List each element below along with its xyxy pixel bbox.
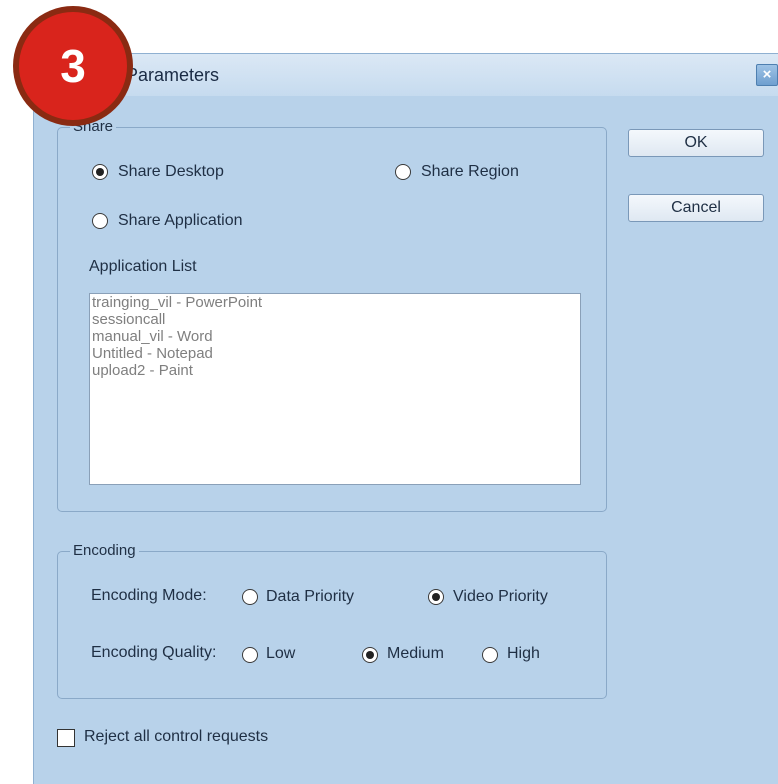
ok-button[interactable]: OK — [628, 129, 764, 157]
quality-medium-label[interactable]: Medium — [387, 645, 444, 663]
application-list-label: Application List — [89, 258, 197, 275]
cancel-button[interactable]: Cancel — [628, 194, 764, 222]
reject-control-label[interactable]: Reject all control requests — [84, 728, 268, 746]
list-item[interactable]: manual_vil - Word — [90, 328, 580, 345]
data-priority-label[interactable]: Data Priority — [266, 588, 354, 606]
list-item[interactable]: trainging_vil - PowerPoint — [90, 294, 580, 311]
encoding-mode-label: Encoding Mode: — [91, 587, 207, 604]
encoding-group: Encoding — [57, 542, 607, 699]
share-desktop-label[interactable]: Share Desktop — [118, 163, 224, 181]
share-desktop-radio[interactable] — [92, 164, 108, 180]
share-region-radio[interactable] — [395, 164, 411, 180]
quality-low-label[interactable]: Low — [266, 645, 295, 663]
reject-control-checkbox[interactable] — [57, 729, 75, 747]
quality-medium-radio[interactable] — [362, 647, 378, 663]
title-bar[interactable]: Parameters × — [34, 54, 778, 96]
video-priority-radio[interactable] — [428, 589, 444, 605]
quality-low-radio[interactable] — [242, 647, 258, 663]
list-item[interactable]: Untitled - Notepad — [90, 345, 580, 362]
application-list[interactable]: trainging_vil - PowerPoint sessioncall m… — [89, 293, 581, 485]
data-priority-radio[interactable] — [242, 589, 258, 605]
encoding-legend: Encoding — [70, 542, 139, 559]
list-item[interactable]: sessioncall — [90, 311, 580, 328]
list-item[interactable]: upload2 - Paint — [90, 362, 580, 379]
encoding-quality-label: Encoding Quality: — [91, 644, 217, 661]
quality-high-radio[interactable] — [482, 647, 498, 663]
quality-high-label[interactable]: High — [507, 645, 540, 663]
close-icon[interactable]: × — [756, 64, 778, 86]
dialog-title: Parameters — [126, 65, 220, 85]
video-priority-label[interactable]: Video Priority — [453, 588, 548, 606]
share-region-label[interactable]: Share Region — [421, 163, 519, 181]
share-application-label[interactable]: Share Application — [118, 212, 243, 230]
step-number-badge: 3 — [13, 6, 133, 126]
share-application-radio[interactable] — [92, 213, 108, 229]
badge-number: 3 — [60, 40, 86, 92]
